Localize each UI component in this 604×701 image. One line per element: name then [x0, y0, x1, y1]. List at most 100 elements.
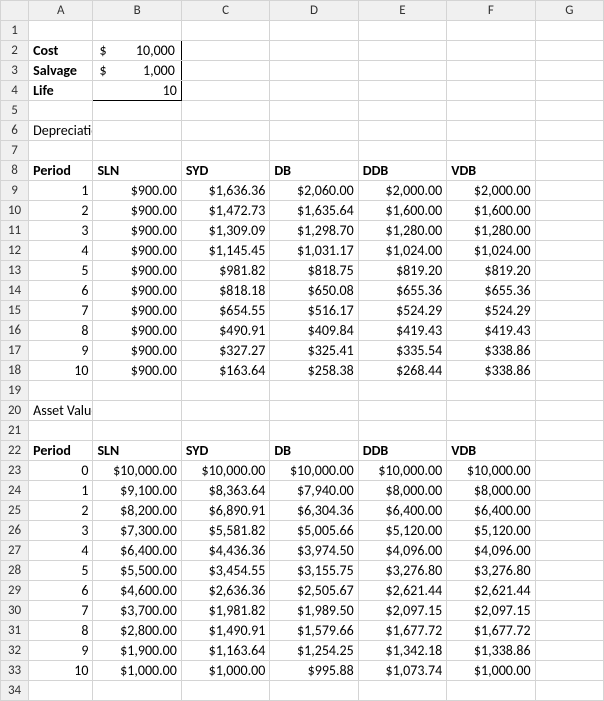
asset-period[interactable]: 7	[29, 601, 93, 621]
row-header-2[interactable]: 2	[1, 41, 29, 61]
asset-vdb[interactable]: $6,400.00	[447, 501, 535, 521]
row-header-25[interactable]: 25	[1, 501, 29, 521]
asset-vdb[interactable]: $10,000.00	[447, 461, 535, 481]
asset-period[interactable]: 9	[29, 641, 93, 661]
asset-period[interactable]: 6	[29, 581, 93, 601]
empty-cell[interactable]	[358, 121, 446, 141]
empty-cell[interactable]	[181, 81, 269, 101]
row-header-3[interactable]: 3	[1, 61, 29, 81]
row-header-34[interactable]: 34	[1, 681, 29, 701]
empty-cell[interactable]	[358, 61, 446, 81]
empty-cell[interactable]	[93, 101, 181, 121]
empty-cell[interactable]	[535, 61, 603, 81]
dep-db[interactable]: $2,060.00	[270, 181, 358, 201]
empty-cell[interactable]	[535, 121, 603, 141]
empty-cell[interactable]	[181, 61, 269, 81]
empty-cell[interactable]	[535, 21, 603, 41]
dep-db[interactable]: $409.84	[270, 321, 358, 341]
empty-cell[interactable]	[535, 201, 603, 221]
dep-syd[interactable]: $654.55	[181, 301, 269, 321]
dep-period[interactable]: 1	[29, 181, 93, 201]
col-header-C[interactable]: C	[181, 1, 269, 21]
row-header-13[interactable]: 13	[1, 261, 29, 281]
dep-vdb[interactable]: $419.43	[447, 321, 535, 341]
asset-ddb[interactable]: $2,621.44	[358, 581, 446, 601]
empty-cell[interactable]	[29, 141, 93, 161]
row-header-21[interactable]: 21	[1, 421, 29, 441]
row-header-1[interactable]: 1	[1, 21, 29, 41]
dep-db[interactable]: $325.41	[270, 341, 358, 361]
asset-db[interactable]: $2,505.67	[270, 581, 358, 601]
dep-ddb[interactable]: $1,280.00	[358, 221, 446, 241]
empty-cell[interactable]	[535, 601, 603, 621]
asset-ddb[interactable]: $4,096.00	[358, 541, 446, 561]
dep-sln[interactable]: $900.00	[93, 321, 181, 341]
spreadsheet-grid[interactable]: A B C D E F G 12Cost$10,0003Salvage$1,00…	[0, 0, 604, 701]
dep-vdb[interactable]: $524.29	[447, 301, 535, 321]
cost-value[interactable]: $10,000	[93, 41, 181, 61]
asset-sln[interactable]: $9,100.00	[93, 481, 181, 501]
row-header-15[interactable]: 15	[1, 301, 29, 321]
dep-sln[interactable]: $900.00	[93, 181, 181, 201]
dep-sln[interactable]: $900.00	[93, 281, 181, 301]
asset-title[interactable]: Asset Value	[29, 401, 93, 421]
empty-cell[interactable]	[447, 421, 535, 441]
empty-cell[interactable]	[535, 661, 603, 681]
empty-cell[interactable]	[535, 441, 603, 461]
asset-syd[interactable]: $1,000.00	[181, 661, 269, 681]
dep-syd[interactable]: $490.91	[181, 321, 269, 341]
dep-syd[interactable]: $163.64	[181, 361, 269, 381]
asset-sln[interactable]: $1,000.00	[93, 661, 181, 681]
asset-db[interactable]: $10,000.00	[270, 461, 358, 481]
row-header-22[interactable]: 22	[1, 441, 29, 461]
dep-period[interactable]: 8	[29, 321, 93, 341]
dep-period[interactable]: 6	[29, 281, 93, 301]
empty-cell[interactable]	[29, 681, 93, 701]
row-header-23[interactable]: 23	[1, 461, 29, 481]
empty-cell[interactable]	[270, 681, 358, 701]
empty-cell[interactable]	[535, 401, 603, 421]
empty-cell[interactable]	[535, 261, 603, 281]
asset-db[interactable]: $7,940.00	[270, 481, 358, 501]
hdr-syd[interactable]: SYD	[181, 161, 269, 181]
hdr-ddb[interactable]: DDB	[358, 161, 446, 181]
empty-cell[interactable]	[535, 181, 603, 201]
dep-vdb[interactable]: $338.86	[447, 361, 535, 381]
empty-cell[interactable]	[358, 381, 446, 401]
row-header-28[interactable]: 28	[1, 561, 29, 581]
dep-ddb[interactable]: $819.20	[358, 261, 446, 281]
dep-syd[interactable]: $818.18	[181, 281, 269, 301]
empty-cell[interactable]	[447, 381, 535, 401]
empty-cell[interactable]	[447, 121, 535, 141]
asset-sln[interactable]: $2,800.00	[93, 621, 181, 641]
dep-ddb[interactable]: $419.43	[358, 321, 446, 341]
empty-cell[interactable]	[93, 401, 181, 421]
row-header-8[interactable]: 8	[1, 161, 29, 181]
empty-cell[interactable]	[358, 21, 446, 41]
asset-period[interactable]: 10	[29, 661, 93, 681]
asset-sln[interactable]: $1,900.00	[93, 641, 181, 661]
empty-cell[interactable]	[447, 21, 535, 41]
dep-ddb[interactable]: $268.44	[358, 361, 446, 381]
dep-vdb[interactable]: $1,280.00	[447, 221, 535, 241]
empty-cell[interactable]	[535, 321, 603, 341]
depreciation-title[interactable]: Depreciation Value	[29, 121, 93, 141]
empty-cell[interactable]	[181, 101, 269, 121]
asset-syd[interactable]: $1,490.91	[181, 621, 269, 641]
empty-cell[interactable]	[93, 141, 181, 161]
asset-ddb[interactable]: $6,400.00	[358, 501, 446, 521]
asset-vdb[interactable]: $5,120.00	[447, 521, 535, 541]
hdr-vdb[interactable]: VDB	[447, 161, 535, 181]
empty-cell[interactable]	[535, 681, 603, 701]
row-header-17[interactable]: 17	[1, 341, 29, 361]
row-header-18[interactable]: 18	[1, 361, 29, 381]
empty-cell[interactable]	[181, 21, 269, 41]
dep-db[interactable]: $650.08	[270, 281, 358, 301]
empty-cell[interactable]	[535, 561, 603, 581]
row-header-32[interactable]: 32	[1, 641, 29, 661]
empty-cell[interactable]	[181, 401, 269, 421]
asset-sln[interactable]: $6,400.00	[93, 541, 181, 561]
asset-syd[interactable]: $1,981.82	[181, 601, 269, 621]
empty-cell[interactable]	[535, 301, 603, 321]
dep-sln[interactable]: $900.00	[93, 221, 181, 241]
